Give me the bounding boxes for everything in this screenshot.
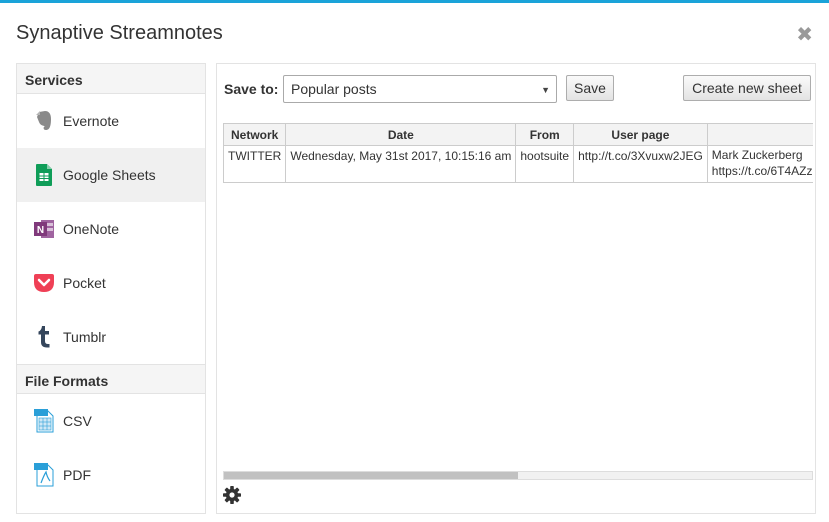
save-button[interactable]: Save: [566, 75, 614, 101]
save-to-label: Save to:: [224, 81, 279, 97]
scrollbar-thumb[interactable]: [224, 472, 518, 479]
sidebar-item-label: PDF: [63, 467, 91, 483]
preview-table-container[interactable]: Network Date From User page TWITTER Wedn…: [223, 123, 813, 463]
sidebar-item-pdf[interactable]: PDF: [17, 448, 205, 502]
table-cell: TWITTER: [223, 145, 287, 183]
evernote-icon: [33, 109, 55, 133]
sidebar-item-evernote[interactable]: Evernote: [17, 94, 205, 148]
sidebar: Services Evernote Google Sheets N OneNot…: [16, 63, 206, 514]
sidebar-item-pocket[interactable]: Pocket: [17, 256, 205, 310]
onenote-icon: N: [33, 217, 55, 241]
column-header: [706, 123, 813, 146]
gear-icon[interactable]: [222, 485, 242, 505]
table-cell: Wednesday, May 31st 2017, 10:15:16 am: [285, 145, 517, 183]
table-row: TWITTER Wednesday, May 31st 2017, 10:15:…: [223, 145, 813, 183]
services-heading: Services: [17, 64, 205, 94]
csv-file-icon: [33, 409, 55, 433]
streamnotes-dialog: Synaptive Streamnotes ✖ Services Evernot…: [0, 0, 829, 522]
preview-table: Network Date From User page TWITTER Wedn…: [223, 123, 813, 183]
google-sheets-icon: [33, 163, 55, 187]
tumblr-icon: [33, 325, 55, 349]
sidebar-item-label: CSV: [63, 413, 92, 429]
sidebar-item-label: Pocket: [63, 275, 106, 291]
column-header: Network: [223, 123, 287, 146]
main-panel: Save to: Popular posts ▼ Save Create new…: [216, 63, 816, 514]
pocket-icon: [33, 271, 55, 295]
sheet-select[interactable]: Popular posts ▼: [283, 75, 557, 103]
table-cell: http://t.co/3Xvuxw2JEG: [573, 145, 708, 183]
sidebar-item-label: Tumblr: [63, 329, 107, 345]
pdf-file-icon: [33, 463, 55, 487]
svg-text:N: N: [37, 225, 44, 236]
sidebar-item-csv[interactable]: CSV: [17, 394, 205, 448]
sidebar-item-onenote[interactable]: N OneNote: [17, 202, 205, 256]
chevron-down-icon: ▼: [541, 85, 550, 95]
dialog-title: Synaptive Streamnotes: [16, 22, 223, 44]
table-cell: Mark Zuckerberg https://t.co/6T4AZz: [706, 145, 813, 183]
column-header: Date: [285, 123, 517, 146]
table-header-row: Network Date From User page: [223, 123, 813, 146]
file-formats-heading: File Formats: [17, 364, 205, 394]
sidebar-item-label: Google Sheets: [63, 167, 156, 183]
horizontal-scrollbar[interactable]: [223, 471, 813, 480]
sidebar-item-label: OneNote: [63, 221, 120, 237]
sidebar-item-tumblr[interactable]: Tumblr: [17, 310, 205, 364]
sidebar-item-label: Evernote: [63, 113, 120, 129]
create-new-sheet-button[interactable]: Create new sheet: [683, 75, 811, 101]
selected-sheet-value: Popular posts: [291, 81, 377, 97]
close-icon[interactable]: ✖: [796, 25, 813, 45]
sidebar-item-google-sheets[interactable]: Google Sheets: [17, 148, 205, 202]
table-cell: hootsuite: [515, 145, 575, 183]
column-header: User page: [573, 123, 708, 146]
column-header: From: [515, 123, 575, 146]
